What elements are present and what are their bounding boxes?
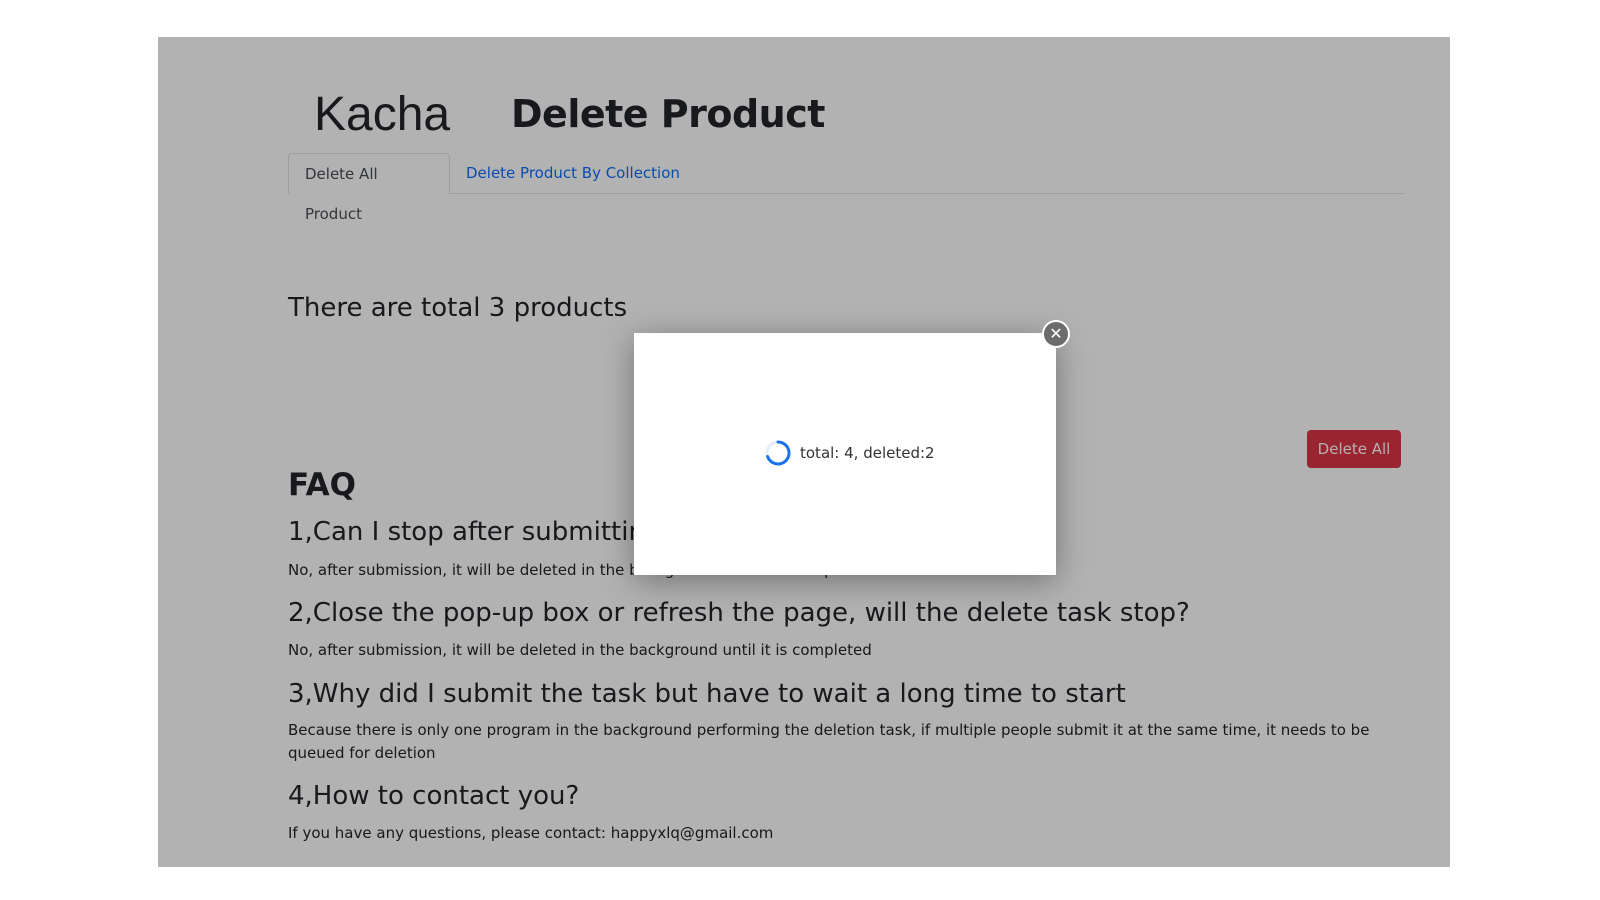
- app-frame: Kacha Delete Product Delete All Product …: [158, 37, 1450, 867]
- close-icon[interactable]: ✕: [1042, 320, 1070, 348]
- progress-modal: ✕ total: 4, deleted:2: [634, 320, 1070, 575]
- progress-indicator: total: 4, deleted:2: [764, 439, 935, 467]
- progress-status-text: total: 4, deleted:2: [800, 444, 935, 462]
- loading-spinner-icon: [765, 440, 791, 466]
